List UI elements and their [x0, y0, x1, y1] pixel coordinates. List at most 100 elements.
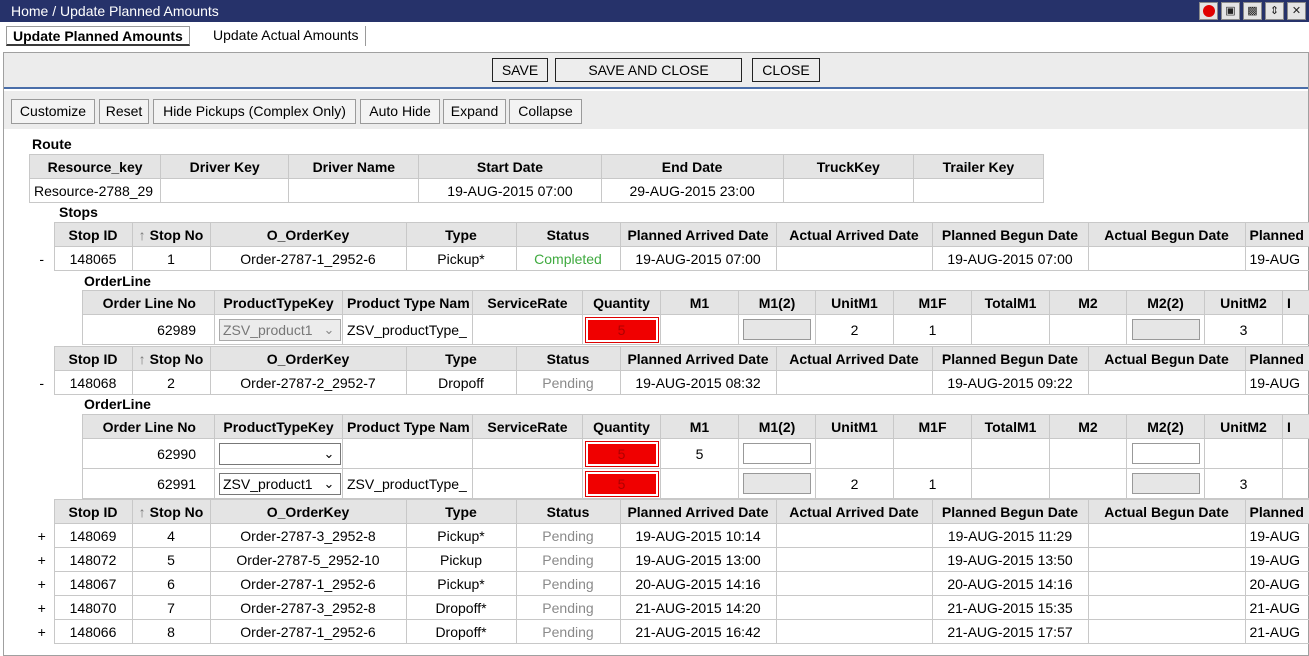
- auto-hide-button[interactable]: Auto Hide: [360, 99, 440, 124]
- col-type[interactable]: Type: [405, 222, 517, 247]
- col-m1f[interactable]: M1F: [893, 414, 972, 439]
- col-unitm2[interactable]: UnitM2: [1204, 414, 1283, 439]
- col-trailer-key[interactable]: Trailer Key: [912, 154, 1045, 179]
- col-planned-begun[interactable]: Planned Begun Date: [931, 222, 1089, 247]
- save-and-close-button[interactable]: SAVE AND CLOSE: [555, 58, 742, 82]
- col-m1[interactable]: M1: [660, 414, 739, 439]
- col-planned[interactable]: Planned: [1244, 499, 1309, 524]
- record-icon[interactable]: [1199, 2, 1218, 20]
- col-actual-arrived[interactable]: Actual Arrived Date: [775, 222, 933, 247]
- col-resource-key[interactable]: Resource_key: [28, 154, 162, 179]
- stop-row[interactable]: +148070 7 Order-2787-3_2952-8 Dropoff* Pendi…: [30, 595, 1309, 620]
- col-stop-no[interactable]: ↑ Stop No: [131, 346, 211, 371]
- col-stop-id[interactable]: Stop ID: [53, 499, 133, 524]
- col-status[interactable]: Status: [515, 222, 621, 247]
- col-m1[interactable]: M1: [660, 290, 739, 315]
- col-quantity[interactable]: Quantity: [582, 290, 661, 315]
- reset-button[interactable]: Reset: [99, 99, 149, 124]
- col-planned[interactable]: Planned: [1244, 346, 1309, 371]
- col-order-line-no[interactable]: Order Line No: [82, 414, 215, 439]
- stop-row[interactable]: - 148065 1 Order-2787-1_2952-6 Pickup* C…: [30, 246, 1309, 271]
- collapse-toggle[interactable]: -: [30, 246, 54, 271]
- col-o-orderkey[interactable]: O_OrderKey: [209, 222, 407, 247]
- stop-row[interactable]: +148069 4 Order-2787-3_2952-8 Pickup* Pendin…: [30, 523, 1309, 548]
- col-stop-no[interactable]: ↑ Stop No: [131, 499, 211, 524]
- col-stop-id[interactable]: Stop ID: [53, 346, 133, 371]
- m2-2-input[interactable]: [1131, 473, 1200, 494]
- col-status[interactable]: Status: [515, 499, 621, 524]
- expand-toggle[interactable]: +: [30, 619, 54, 644]
- col-actual-begun[interactable]: Actual Begun Date: [1087, 222, 1246, 247]
- col-order-line-no[interactable]: Order Line No: [82, 290, 215, 315]
- m2-2-input[interactable]: [1131, 443, 1200, 464]
- col-o-orderkey[interactable]: O_OrderKey: [209, 346, 407, 371]
- save-icon[interactable]: ▣: [1221, 2, 1240, 20]
- col-truck-key[interactable]: TruckKey: [782, 154, 914, 179]
- customize-button[interactable]: Customize: [11, 99, 95, 124]
- producttype-select[interactable]: ZSV_product1 ⌄: [219, 318, 341, 341]
- col-type[interactable]: Type: [405, 346, 517, 371]
- col-m2-2[interactable]: M2(2): [1126, 414, 1205, 439]
- col-producttypekey[interactable]: ProductTypeKey: [214, 290, 343, 315]
- col-m1-2[interactable]: M1(2): [738, 414, 816, 439]
- col-servicerate[interactable]: ServiceRate: [472, 290, 583, 315]
- stop-row[interactable]: - 148068 2 Order-2787-2_2952-7 Dropoff P…: [30, 370, 1309, 395]
- collapse-button[interactable]: Collapse: [509, 99, 582, 124]
- col-type[interactable]: Type: [405, 499, 517, 524]
- col-actual-begun[interactable]: Actual Begun Date: [1087, 499, 1246, 524]
- stop-row[interactable]: +148072 5 Order-2787-5_2952-10 Pickup Pendin…: [30, 547, 1309, 572]
- col-unitm1[interactable]: UnitM1: [815, 414, 894, 439]
- col-m2[interactable]: M2: [1049, 414, 1127, 439]
- lock-icon[interactable]: ▩: [1243, 2, 1262, 20]
- col-driver-key[interactable]: Driver Key: [160, 154, 290, 179]
- col-actual-arrived[interactable]: Actual Arrived Date: [775, 346, 933, 371]
- col-end-date[interactable]: End Date: [600, 154, 784, 179]
- expand-button[interactable]: Expand: [443, 99, 506, 124]
- expand-toggle[interactable]: +: [30, 595, 54, 620]
- col-driver-name[interactable]: Driver Name: [288, 154, 420, 179]
- col-planned[interactable]: Planned: [1244, 222, 1309, 247]
- col-actual-begun[interactable]: Actual Begun Date: [1087, 346, 1246, 371]
- col-more[interactable]: I: [1282, 290, 1309, 315]
- producttype-select[interactable]: ⌄: [219, 442, 341, 465]
- col-totalm1[interactable]: TotalM1: [971, 290, 1050, 315]
- col-planned-begun[interactable]: Planned Begun Date: [931, 346, 1089, 371]
- col-o-orderkey[interactable]: O_OrderKey: [209, 499, 407, 524]
- col-planned-arrived[interactable]: Planned Arrived Date: [619, 499, 777, 524]
- col-planned-arrived[interactable]: Planned Arrived Date: [619, 346, 777, 371]
- m1-2-input[interactable]: [743, 443, 811, 464]
- quantity-input[interactable]: 5: [584, 470, 659, 497]
- col-m2[interactable]: M2: [1049, 290, 1127, 315]
- stop-row[interactable]: +148067 6 Order-2787-1_2952-6 Pickup* Pendin…: [30, 571, 1309, 596]
- close-button[interactable]: CLOSE: [752, 58, 820, 82]
- m1-2-input[interactable]: [743, 319, 811, 340]
- col-product-type-name[interactable]: Product Type Nam: [342, 414, 473, 439]
- tab-update-actual-amounts[interactable]: Update Actual Amounts: [207, 26, 366, 46]
- expand-toggle[interactable]: +: [30, 547, 54, 572]
- expand-toggle[interactable]: +: [30, 523, 54, 548]
- quantity-input[interactable]: 5: [584, 316, 659, 343]
- col-quantity[interactable]: Quantity: [582, 414, 661, 439]
- stop-row[interactable]: +148066 8 Order-2787-1_2952-6 Dropoff* Pendi…: [30, 619, 1309, 644]
- col-actual-arrived[interactable]: Actual Arrived Date: [775, 499, 933, 524]
- col-status[interactable]: Status: [515, 346, 621, 371]
- col-stop-id[interactable]: Stop ID: [53, 222, 133, 247]
- m1-2-input[interactable]: [743, 473, 811, 494]
- close-icon[interactable]: ✕: [1287, 2, 1306, 20]
- col-m2-2[interactable]: M2(2): [1126, 290, 1205, 315]
- col-m1f[interactable]: M1F: [893, 290, 972, 315]
- expand-toggle[interactable]: +: [30, 571, 54, 596]
- col-planned-arrived[interactable]: Planned Arrived Date: [619, 222, 777, 247]
- col-start-date[interactable]: Start Date: [418, 154, 602, 179]
- tab-update-planned-amounts[interactable]: Update Planned Amounts: [6, 26, 190, 46]
- col-totalm1[interactable]: TotalM1: [971, 414, 1050, 439]
- restore-icon[interactable]: ⇕: [1265, 2, 1284, 20]
- producttype-select[interactable]: ZSV_product1 ⌄: [219, 472, 341, 495]
- collapse-toggle[interactable]: -: [30, 370, 54, 395]
- quantity-input[interactable]: 5: [584, 440, 659, 467]
- col-planned-begun[interactable]: Planned Begun Date: [931, 499, 1089, 524]
- col-product-type-name[interactable]: Product Type Nam: [342, 290, 473, 315]
- col-unitm1[interactable]: UnitM1: [815, 290, 894, 315]
- col-stop-no[interactable]: ↑ Stop No: [131, 222, 211, 247]
- col-m1-2[interactable]: M1(2): [738, 290, 816, 315]
